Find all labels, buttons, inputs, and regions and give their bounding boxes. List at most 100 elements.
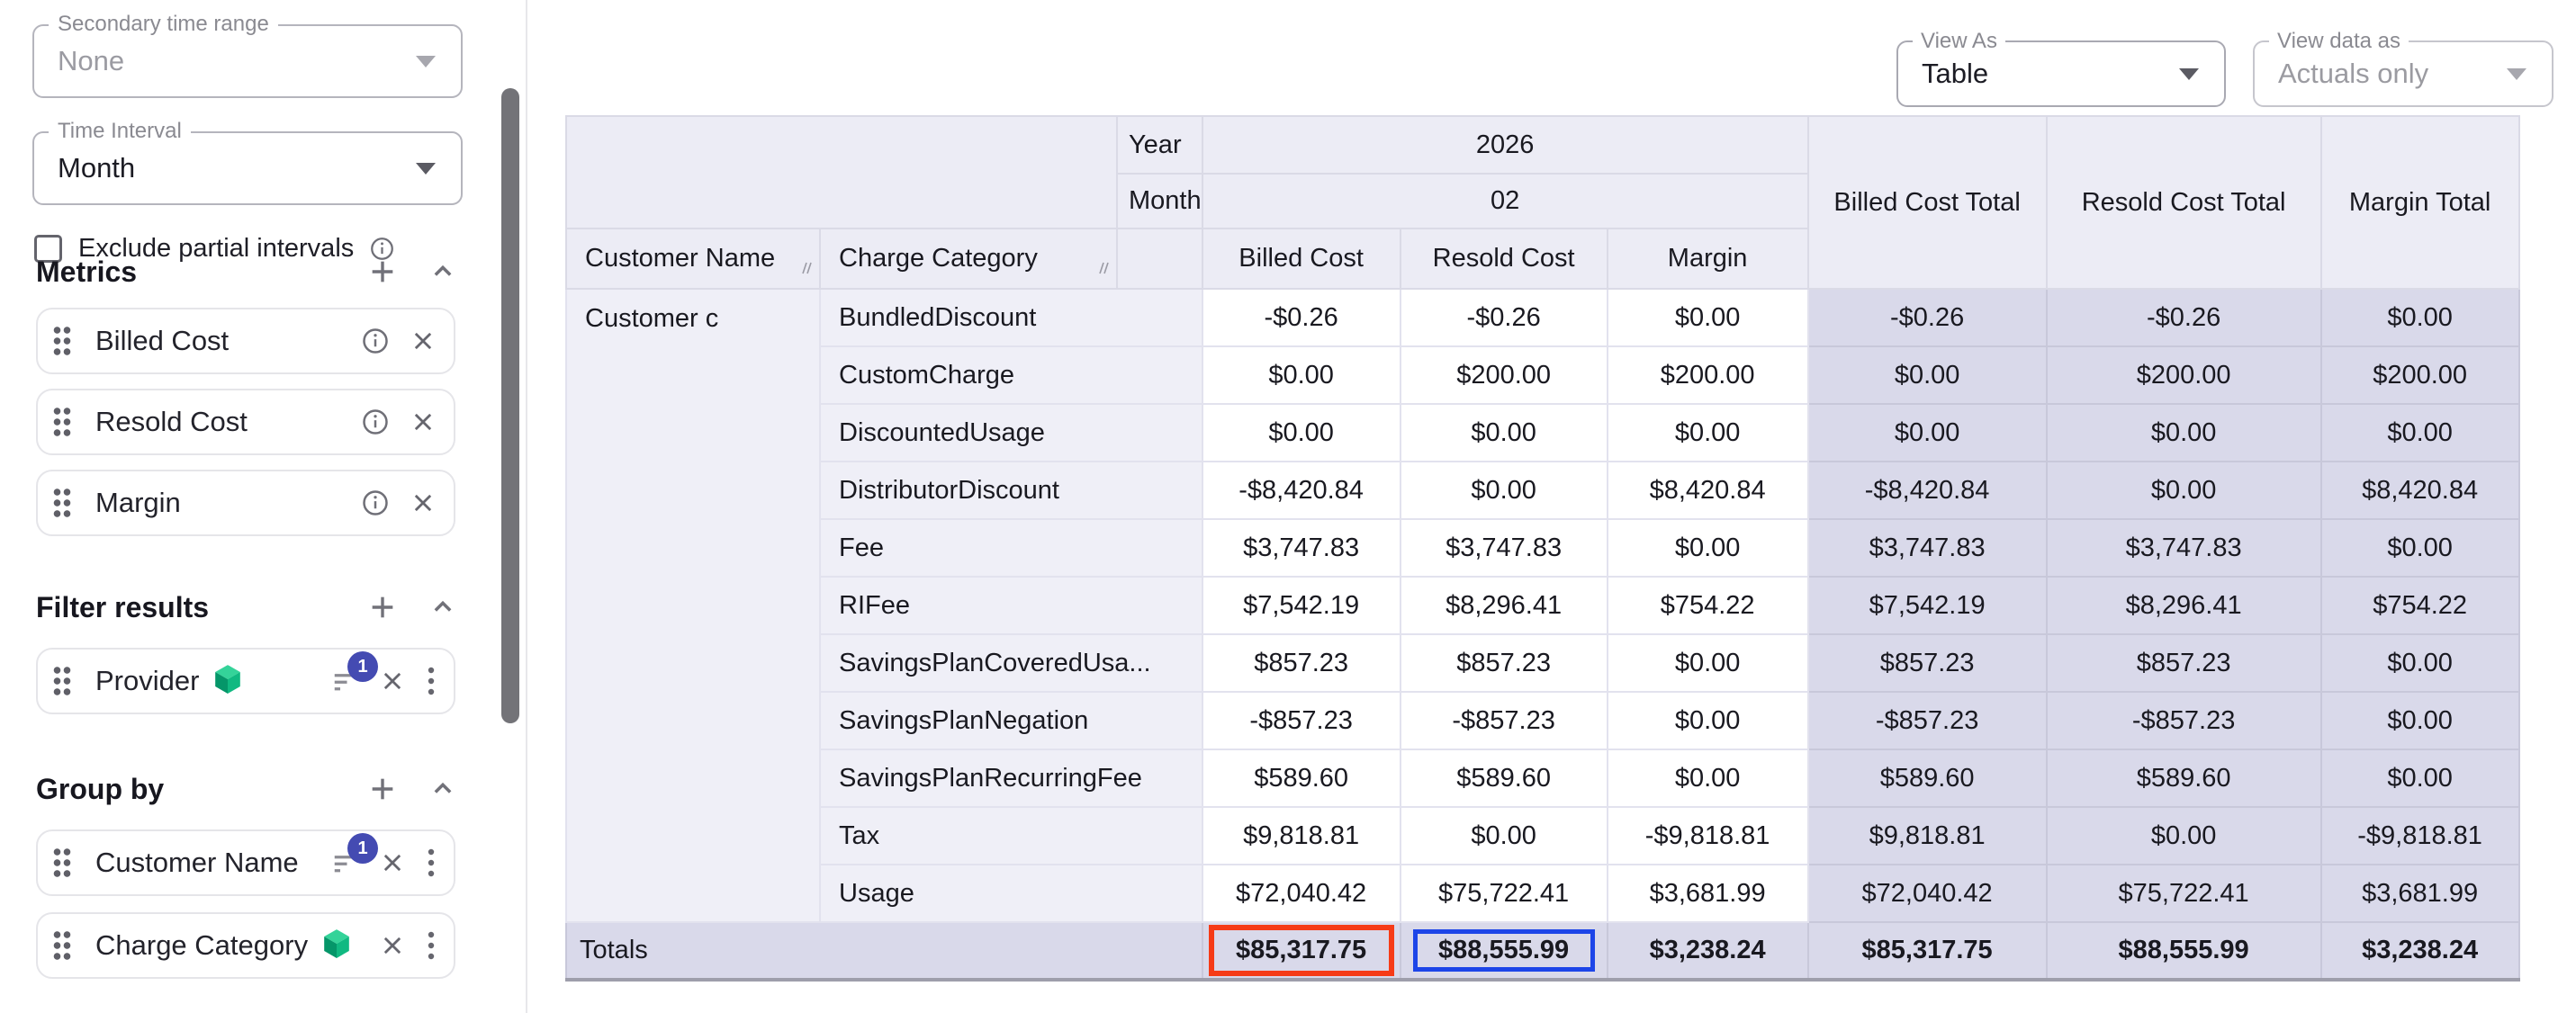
close-icon[interactable]	[380, 933, 405, 958]
charge-category-cell: RIFee	[820, 577, 1202, 634]
billed-cost-total-cell: -$0.26	[1808, 289, 2047, 346]
close-icon[interactable]	[380, 668, 405, 694]
collapse-groups-button[interactable]	[430, 776, 455, 802]
info-icon[interactable]	[362, 489, 389, 516]
sidebar-scrollbar[interactable]	[501, 88, 519, 723]
column-header-charge-category[interactable]: Charge Category	[820, 229, 1117, 289]
table-row: CustomCharge $0.00 $200.00 $200.00 $0.00…	[566, 346, 2519, 404]
billed-cost-total-cell: $7,542.19	[1808, 577, 2047, 634]
more-options-icon[interactable]	[427, 667, 436, 695]
column-resize-icon[interactable]	[797, 253, 812, 282]
billed-cost-cell: $3,747.83	[1202, 519, 1401, 577]
secondary-time-range-select[interactable]: Secondary time range None	[32, 24, 463, 98]
drag-handle-icon[interactable]	[52, 325, 72, 357]
drag-handle-icon[interactable]	[52, 929, 72, 962]
collapse-metrics-button[interactable]	[430, 259, 455, 284]
view-data-as-select[interactable]: View data as Actuals only	[2253, 40, 2553, 107]
charge-category-cell: SavingsPlanCoveredUsa...	[820, 634, 1202, 692]
drag-handle-icon[interactable]	[52, 487, 72, 519]
metrics-section-header: Metrics	[36, 252, 455, 291]
billed-cost-cell: $589.60	[1202, 749, 1401, 807]
billed-cost-total-cell: -$8,420.84	[1808, 462, 2047, 519]
resold-cost-cell: $75,722.41	[1401, 865, 1608, 922]
resold-cost-total-cell: $3,747.83	[2047, 519, 2321, 577]
metric-pill-margin[interactable]: Margin	[36, 470, 455, 536]
table-row: RIFee $7,542.19 $8,296.41 $754.22 $7,542…	[566, 577, 2519, 634]
table-row: SavingsPlanNegation -$857.23 -$857.23 $0…	[566, 692, 2519, 749]
info-icon[interactable]	[362, 327, 389, 354]
filter-count-badge: 1	[347, 651, 378, 682]
margin-cell: -$9,818.81	[1608, 807, 1808, 865]
billed-cost-total-cell: $72,040.42	[1808, 865, 2047, 922]
chevron-down-icon	[416, 163, 436, 175]
billed-cost-cell: $7,542.19	[1202, 577, 1401, 634]
drag-handle-icon[interactable]	[52, 406, 72, 438]
margin-total-cell: $0.00	[2321, 749, 2519, 807]
metric-pill-billed-cost[interactable]: Billed Cost	[36, 308, 455, 374]
table-row: Usage $72,040.42 $75,722.41 $3,681.99 $7…	[566, 865, 2519, 922]
billed-cost-cell: $857.23	[1202, 634, 1401, 692]
resold-cost-cell: $0.00	[1401, 807, 1608, 865]
info-icon[interactable]	[362, 408, 389, 435]
billed-cost-cell: $9,818.81	[1202, 807, 1401, 865]
close-icon[interactable]	[380, 850, 405, 875]
charge-category-cell: SavingsPlanNegation	[820, 692, 1202, 749]
metrics-title: Metrics	[36, 255, 137, 289]
year-value-cell: 2026	[1202, 116, 1808, 174]
filter-pill-provider[interactable]: Provider 1	[36, 648, 455, 714]
sidebar-divider	[526, 0, 527, 1013]
resold-cost-total-cell: $200.00	[2047, 346, 2321, 404]
charge-category-cell: Tax	[820, 807, 1202, 865]
resold-cost-total-cell: $589.60	[2047, 749, 2321, 807]
group-by-title: Group by	[36, 773, 164, 806]
column-header-resold-cost-total: Resold Cost Total	[2047, 116, 2321, 289]
column-resize-icon[interactable]	[1094, 253, 1109, 282]
add-metric-button[interactable]	[367, 256, 398, 287]
resold-cost-cell: $8,296.41	[1401, 577, 1608, 634]
resold-cost-total-cell: $0.00	[2047, 404, 2321, 462]
view-as-select[interactable]: View As Table	[1896, 40, 2226, 107]
margin-cell: $0.00	[1608, 519, 1808, 577]
margin-cell: $0.00	[1608, 404, 1808, 462]
resold-cost-total-cell: -$857.23	[2047, 692, 2321, 749]
collapse-filters-button[interactable]	[430, 595, 455, 620]
add-filter-button[interactable]	[367, 592, 398, 623]
view-data-as-value: Actuals only	[2278, 42, 2428, 105]
margin-total-cell: $8,420.84	[2321, 462, 2519, 519]
column-header-margin-total: Margin Total	[2321, 116, 2519, 289]
add-group-button[interactable]	[367, 774, 398, 804]
month-value-cell: 02	[1202, 174, 1808, 229]
more-options-icon[interactable]	[427, 848, 436, 877]
drag-handle-icon[interactable]	[52, 847, 72, 879]
resold-cost-cell: -$0.26	[1401, 289, 1608, 346]
close-icon[interactable]	[410, 490, 436, 515]
metric-pill-resold-cost[interactable]: Resold Cost	[36, 389, 455, 455]
drag-handle-icon[interactable]	[52, 665, 72, 697]
year-label-cell: Year	[1117, 116, 1202, 174]
resold-cost-total-cell: $0.00	[2047, 807, 2321, 865]
metric-label: Margin	[95, 487, 181, 519]
billed-cost-total-cell: $589.60	[1808, 749, 2047, 807]
billed-cost-cell: $72,040.42	[1202, 865, 1401, 922]
filter-results-section-header: Filter results	[36, 587, 455, 627]
column-header-customer-name[interactable]: Customer Name	[566, 229, 820, 289]
resold-cost-cell: $200.00	[1401, 346, 1608, 404]
more-options-icon[interactable]	[427, 931, 436, 960]
close-icon[interactable]	[410, 328, 436, 354]
time-interval-select[interactable]: Time Interval Month	[32, 131, 463, 205]
billed-cost-cell: -$8,420.84	[1202, 462, 1401, 519]
filter-applied-indicator[interactable]: 1	[331, 849, 358, 876]
group-pill-customer-name[interactable]: Customer Name 1	[36, 829, 455, 896]
margin-total-cell: $754.22	[2321, 577, 2519, 634]
margin-cell: $754.22	[1608, 577, 1808, 634]
group-pill-charge-category[interactable]: Charge Category	[36, 912, 455, 979]
resold-cost-cell: $589.60	[1401, 749, 1608, 807]
margin-cell: $200.00	[1608, 346, 1808, 404]
resold-cost-total-cell: -$0.26	[2047, 289, 2321, 346]
resold-cost-total-cell: $75,722.41	[2047, 865, 2321, 922]
margin-cell: $0.00	[1608, 289, 1808, 346]
close-icon[interactable]	[410, 409, 436, 435]
column-header-billed-cost: Billed Cost	[1202, 229, 1401, 289]
filter-applied-indicator[interactable]: 1	[331, 668, 358, 695]
margin-total-cell: $0.00	[2321, 289, 2519, 346]
